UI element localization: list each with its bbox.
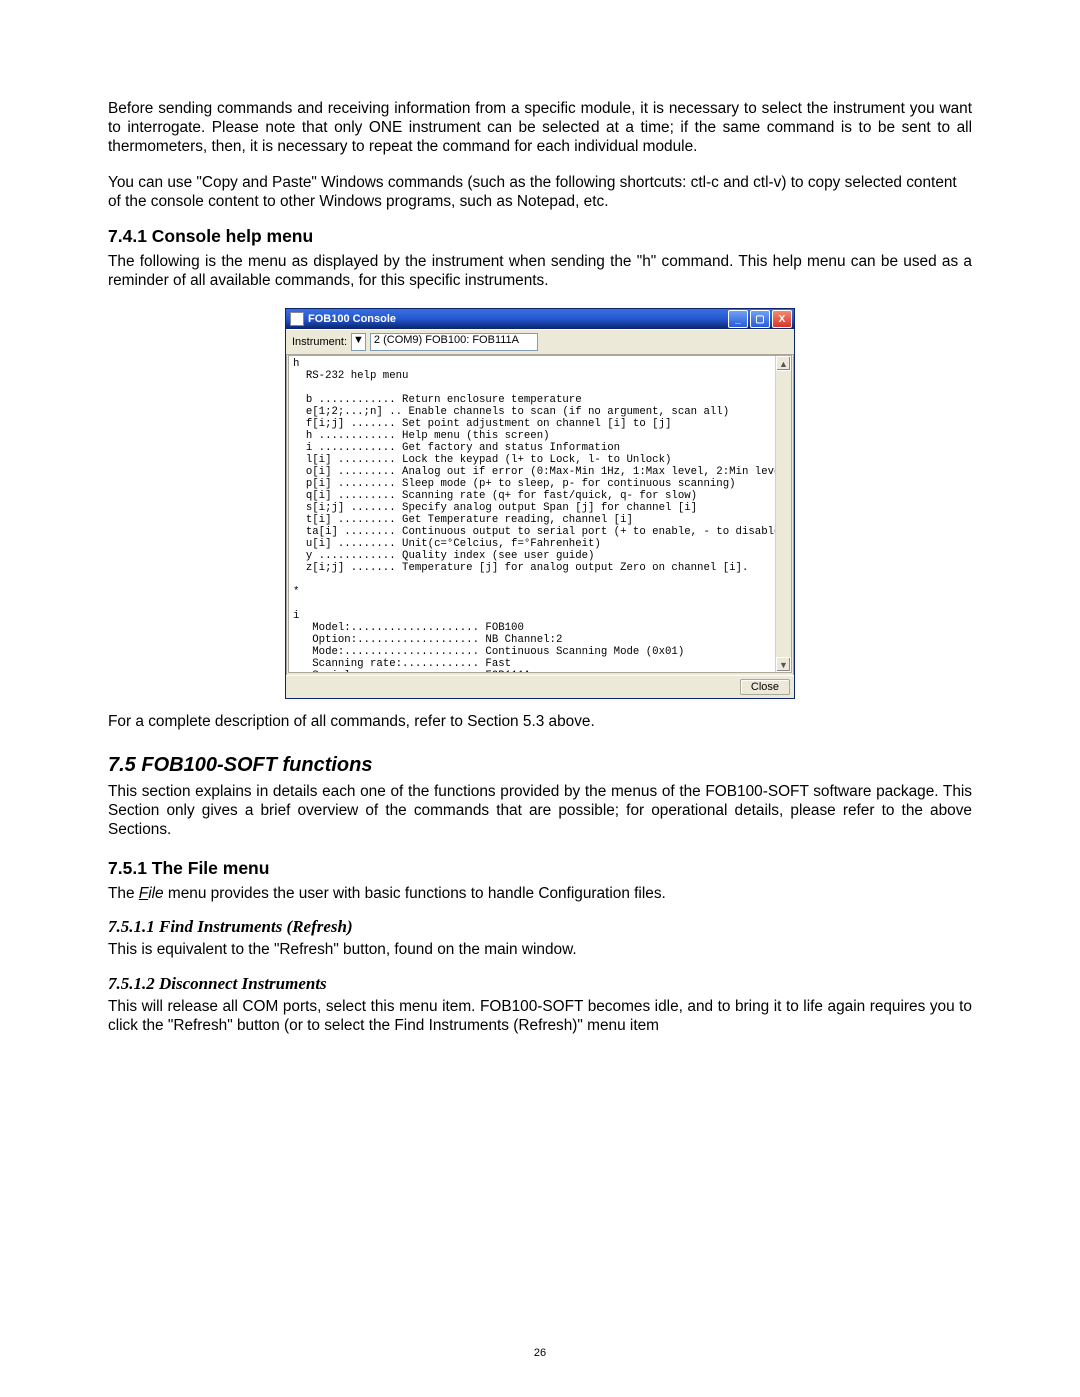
- paragraph: The following is the menu as displayed b…: [108, 253, 972, 291]
- console-text: h RS-232 help menu b ............ Return…: [293, 358, 775, 673]
- paragraph: This is equivalent to the "Refresh" butt…: [108, 941, 972, 960]
- paragraph: This section explains in details each on…: [108, 783, 972, 839]
- paragraph: The File menu provides the user with bas…: [108, 885, 972, 904]
- close-button[interactable]: Close: [740, 679, 790, 695]
- vertical-scrollbar[interactable]: ▲ ▼: [775, 356, 791, 672]
- heading-7-5: 7.5 FOB100-SOFT functions: [108, 754, 972, 777]
- console-window: FOB100 Console _ ▢ X Instrument: ▼ 2 (CO…: [285, 308, 795, 699]
- paragraph: For a complete description of all comman…: [108, 713, 972, 732]
- paragraph: This will release all COM ports, select …: [108, 998, 972, 1036]
- page-number: 26: [0, 1347, 1080, 1359]
- text-run: The: [108, 885, 139, 902]
- console-footer: Close: [286, 675, 794, 698]
- text-run: menu provides the user with basic functi…: [164, 885, 666, 902]
- maximize-icon[interactable]: ▢: [750, 310, 770, 328]
- minimize-icon[interactable]: _: [728, 310, 748, 328]
- window-title: FOB100 Console: [308, 313, 396, 325]
- text-run-italic: ile: [148, 885, 163, 902]
- scroll-up-icon[interactable]: ▲: [776, 356, 791, 371]
- console-window-figure: FOB100 Console _ ▢ X Instrument: ▼ 2 (CO…: [285, 308, 795, 699]
- console-output-area[interactable]: h RS-232 help menu b ............ Return…: [288, 355, 792, 673]
- console-toolbar: Instrument: ▼ 2 (COM9) FOB100: FOB111A: [286, 329, 794, 355]
- heading-7-5-1: 7.5.1 The File menu: [108, 858, 972, 879]
- app-icon: [290, 312, 304, 326]
- instrument-select[interactable]: 2 (COM9) FOB100: FOB111A: [370, 333, 538, 351]
- window-titlebar[interactable]: FOB100 Console _ ▢ X: [286, 309, 794, 329]
- document-page: Before sending commands and receiving in…: [0, 0, 1080, 1397]
- instrument-dropdown-arrow[interactable]: ▼: [351, 333, 366, 351]
- paragraph: You can use "Copy and Paste" Windows com…: [108, 174, 972, 212]
- instrument-label: Instrument:: [292, 336, 347, 348]
- paragraph: Before sending commands and receiving in…: [108, 100, 972, 156]
- heading-7-5-1-1: 7.5.1.1 Find Instruments (Refresh): [108, 917, 972, 937]
- text-run-underline: F: [139, 885, 148, 902]
- heading-7-5-1-2: 7.5.1.2 Disconnect Instruments: [108, 974, 972, 994]
- close-icon[interactable]: X: [772, 310, 792, 328]
- heading-7-4-1: 7.4.1 Console help menu: [108, 226, 972, 247]
- scroll-down-icon[interactable]: ▼: [776, 657, 791, 672]
